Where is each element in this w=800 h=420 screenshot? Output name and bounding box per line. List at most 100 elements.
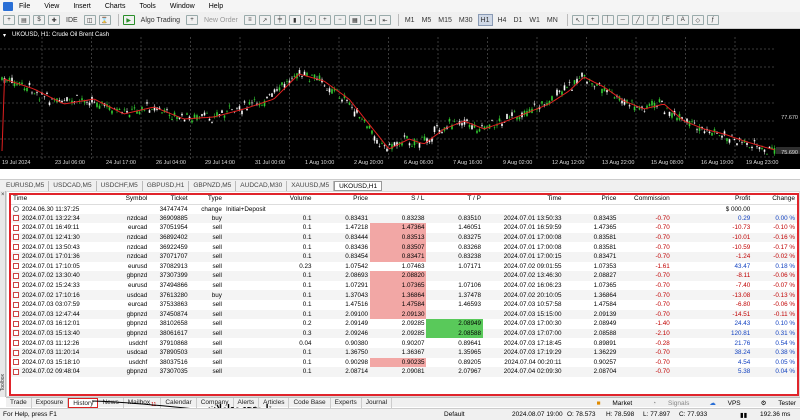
chart-tab-audcad-m30[interactable]: AUDCAD,M30 — [236, 180, 288, 191]
tab-trade[interactable]: Trade — [6, 397, 32, 408]
indicators-icon[interactable]: ƒ — [706, 15, 719, 25]
tab-code-base[interactable]: Code Base — [289, 397, 331, 408]
chart-shift-icon[interactable]: ⇤ — [378, 15, 391, 25]
chart-tab-usdchf-m5[interactable]: USDCHF,M5 — [97, 180, 143, 191]
trendline-icon[interactable]: ╱ — [631, 15, 644, 25]
chart-tab-xauusd-m5[interactable]: XAUUSD,M5 — [287, 180, 335, 191]
table-row[interactable]: 2024.07.02 09:48:04 gbpnzd 37307035 sell 0.1… — [11, 367, 797, 377]
new-order-button[interactable]: New Order — [201, 14, 241, 26]
navigator-icon[interactable]: ✚ — [48, 15, 60, 25]
table-row[interactable]: 2024.07.03 03:07:59 eurcad 37533863 sell 0.1… — [11, 299, 797, 310]
text-tool-icon[interactable]: A — [676, 15, 689, 25]
signals-icon[interactable]: ↗ — [258, 15, 271, 25]
tester-button[interactable]: ⚙ Tester — [751, 399, 796, 407]
col-change[interactable]: Change — [752, 194, 797, 205]
chart-menu-arrow-icon[interactable]: ▾ — [3, 32, 6, 39]
chart-tab-gbpusd-h1[interactable]: GBPUSD,H1 — [143, 180, 190, 191]
balance-row[interactable]: 2024.06.30 11:37:25 34747474 change Init… — [11, 204, 797, 214]
signals-button[interactable]: ◔ Signals — [642, 400, 689, 407]
tab-exposure[interactable]: Exposure — [32, 397, 69, 408]
algo-trading-button[interactable]: Algo Trading — [138, 14, 183, 26]
menu-tools[interactable]: Tools — [139, 3, 155, 10]
col-time[interactable]: Time — [11, 194, 104, 205]
col-price[interactable]: Price — [313, 194, 370, 205]
table-row[interactable]: 2024.07.03 15:18:10 usdchf 38037516 sell 0.1… — [11, 357, 797, 368]
col-sl[interactable]: S / L — [369, 194, 427, 205]
price-chart[interactable]: ▾ UKOUSD, H1: Crude Oil Brent Cash 77.67… — [0, 29, 800, 169]
vps-button[interactable]: ☁ VPS — [699, 399, 740, 407]
timeframe-d1[interactable]: D1 — [511, 14, 524, 26]
menu-view[interactable]: View — [44, 3, 59, 10]
menu-window[interactable]: Window — [170, 3, 195, 10]
table-row[interactable]: 2024.07.01 13:50:43 nzdcad 36922459 sell 0.1… — [11, 242, 797, 252]
new-order-icon[interactable]: + — [185, 15, 198, 25]
status-profile[interactable]: Default — [444, 411, 465, 418]
table-row[interactable]: 2024.07.01 13:22:34 nzdcad 36909885 buy 0.1 0… — [11, 213, 797, 224]
chart-tab-eurusd-m5[interactable]: EURUSD,M5 — [2, 180, 50, 191]
data-window-icon[interactable]: ◫ — [83, 15, 96, 25]
zoom-in-icon[interactable]: + — [318, 15, 331, 25]
table-row[interactable]: 2024.07.03 11:12:26 usdchf 37910868 sell 0.0… — [11, 338, 797, 348]
chart-tab-ukousd-h1[interactable]: UKOUSD,H1 — [334, 180, 383, 191]
timeframe-h1[interactable]: H1 — [477, 14, 493, 26]
vertical-line-icon[interactable]: │ — [601, 15, 614, 25]
cursor-icon[interactable]: ↖ — [571, 15, 584, 25]
fibonacci-icon[interactable]: F — [661, 15, 674, 25]
table-row[interactable]: 2024.07.02 13:30:40 gbpnzd 37307399 sell 0.1… — [11, 271, 797, 281]
timeframe-mn[interactable]: MN — [545, 14, 560, 26]
horizontal-line-icon[interactable]: ─ — [616, 15, 629, 25]
col-commission[interactable]: Commission — [618, 194, 672, 205]
market-watch-icon[interactable]: $ — [33, 15, 45, 25]
col-profit[interactable]: Profit — [671, 194, 753, 205]
tab-experts[interactable]: Experts — [331, 397, 362, 408]
col-tp[interactable]: T / P — [426, 194, 483, 205]
timeframe-m1[interactable]: M1 — [403, 14, 417, 26]
table-row[interactable]: 2024.07.01 16:49:11 eurcad 37051954 sell 0.1… — [11, 223, 797, 233]
col-ticket[interactable]: Ticket — [149, 194, 190, 205]
crosshair-icon[interactable]: + — [586, 15, 599, 25]
table-row[interactable]: 2024.07.01 17:10:05 eurusd 37082913 sell 0.2… — [11, 262, 797, 272]
cell-sl: 0.83513 — [369, 232, 427, 243]
chart-tab-usdcad-m5[interactable]: USDCAD,M5 — [49, 180, 97, 191]
col-close-price[interactable]: Price — [563, 194, 619, 205]
timeframe-h4[interactable]: H4 — [496, 14, 509, 26]
menu-help[interactable]: Help — [209, 3, 223, 10]
line-chart-icon[interactable]: ∿ — [303, 15, 316, 25]
shapes-icon[interactable]: ◇ — [691, 15, 704, 25]
table-row[interactable]: 2024.07.03 11:20:14 usdcad 37890503 sell 0.1… — [11, 347, 797, 358]
table-row[interactable]: 2024.07.03 16:12:01 gbpnzd 38102658 sell 0.2… — [11, 319, 797, 329]
table-row[interactable]: 2024.07.03 15:13:40 gbpnzd 38061617 sell 0.3… — [11, 328, 797, 339]
profiles-icon[interactable]: ▤ — [18, 15, 30, 25]
col-volume[interactable]: Volume — [223, 194, 314, 205]
timeframe-m30[interactable]: M30 — [457, 14, 475, 26]
candlestick-icon[interactable]: ▮ — [288, 15, 301, 25]
timeframe-m5[interactable]: M5 — [420, 14, 434, 26]
table-row[interactable]: 2024.07.02 17:10:16 usdcad 37613280 buy 0.1 1… — [11, 290, 797, 300]
close-toolbox-icon[interactable]: × — [1, 192, 5, 198]
autoscroll-icon[interactable]: ⇥ — [363, 15, 376, 25]
menu-file[interactable]: File — [19, 3, 30, 10]
col-close-time[interactable]: Time — [482, 194, 564, 205]
tile-windows-icon[interactable]: ▦ — [348, 15, 361, 25]
ide-button[interactable]: IDE — [63, 14, 81, 26]
table-row[interactable]: 2024.07.02 15:24:33 eurusd 37494866 sell 0.1… — [11, 280, 797, 291]
menu-charts[interactable]: Charts — [105, 3, 126, 10]
table-row[interactable]: 2024.07.03 12:47:44 gbpnzd 37450874 sell 0.1… — [11, 309, 797, 320]
history-center-icon[interactable]: ⌛ — [98, 15, 111, 25]
table-row[interactable]: 2024.07.01 17:01:36 nzdcad 37071707 sell 0.1… — [11, 251, 797, 262]
depth-of-market-icon[interactable]: ≡ — [243, 15, 256, 25]
menu-insert[interactable]: Insert — [73, 3, 91, 10]
channel-icon[interactable]: ⫽ — [646, 15, 659, 25]
tab-journal[interactable]: Journal — [362, 397, 393, 408]
table-row[interactable]: 2024.07.01 12:41:30 nzdcad 36892402 sell 0.1… — [11, 232, 797, 243]
market-button[interactable]: ■ Market — [587, 400, 633, 407]
new-chart-icon[interactable]: + — [3, 15, 15, 25]
timeframe-w1[interactable]: W1 — [527, 14, 542, 26]
zoom-out-icon[interactable]: − — [333, 15, 346, 25]
bar-chart-icon[interactable]: ╪ — [273, 15, 286, 25]
col-symbol[interactable]: Symbol — [103, 194, 150, 205]
timeframe-m15[interactable]: M15 — [436, 14, 454, 26]
chart-tab-gbpnzd-m5[interactable]: GBPNZD,M5 — [189, 180, 237, 191]
col-type[interactable]: Type — [189, 194, 224, 205]
algo-trading-icon[interactable]: ▶ — [122, 15, 135, 25]
